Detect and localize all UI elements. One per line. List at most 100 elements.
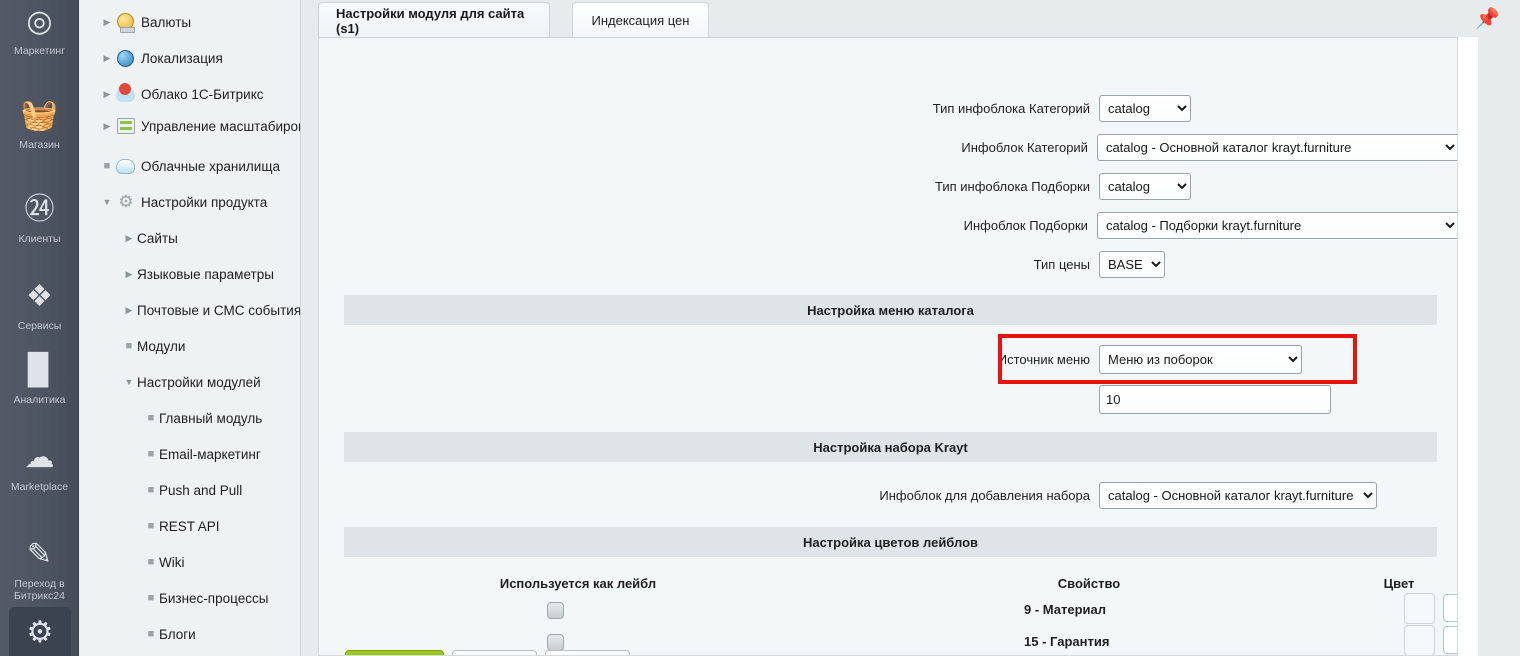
tree-item-7[interactable]: ▶ Языковые параметры [79,258,300,290]
tree-item-6[interactable]: ▶ Сайты [79,222,300,254]
bullet-icon[interactable]: ■ [143,448,159,460]
chevron-right-icon[interactable]: ▶ [121,305,137,316]
tree-item-label: Языковые параметры [137,266,274,282]
iconbar-item-label: Переход в Битрикс24 [14,578,65,602]
form-select-4[interactable]: BASE [1099,250,1165,278]
label-checkbox-0[interactable] [547,602,564,619]
settings-tree-panel[interactable]: ▶ Валюты ▶ Локализация ▶ Облако 1С-Битрикс ▶ Уп… [79,0,301,656]
column-header-color: Цвет [1383,576,1415,591]
bullet-icon[interactable]: ■ [99,160,115,172]
menu-count-input[interactable] [1099,384,1331,414]
form-select-0[interactable]: catalog [1099,94,1191,122]
iconbar-item-сервисы[interactable]: ❖ Сервисы [0,277,79,332]
iconbar-item-marketplace[interactable]: ☁ Marketplace [0,438,79,493]
form-select-3[interactable]: catalog - Подборки krayt.furniture [1096,211,1457,239]
tree-item-16[interactable]: ■ Бизнес-процессы [79,582,300,614]
iconbar-item-label: Сервисы [17,320,62,332]
tree-item-label: REST API [159,518,220,534]
tree-item-1[interactable]: ▶ Локализация [79,42,300,74]
label-property-1: 15 - Гарантия [1024,634,1110,649]
section-header-catalog-menu: Настройка меню каталога [344,295,1437,325]
tree-item-label: Облако 1С-Битрикс [141,86,264,102]
chevron-right-icon[interactable]: ▶ [99,121,115,132]
chevron-down-icon[interactable]: ▼ [99,197,115,207]
left-icon-bar: ◎ Маркетинг 🧺 Магазин ㉔ Клиенты ❖ Сервисы ▉ Анали… [0,0,79,656]
iconbar-item-label: Магазин [19,139,60,151]
bar-chart-icon: ▉ [27,354,52,387]
tree-item-12[interactable]: ■ Email-маркетинг [79,438,300,470]
iconbar-item-маркетинг[interactable]: ◎ Маркетинг [0,2,79,57]
bullet-icon[interactable]: ■ [143,520,159,532]
iconbar-item-settings[interactable]: ⚙ [9,607,71,656]
tree-item-label: Блоги [159,626,196,642]
layers-icon: ❖ [26,280,53,313]
section-header-label-colors: Настройка цветов лейблов [344,527,1437,557]
tree-item-17[interactable]: ■ Блоги [79,618,300,650]
tree-item-14[interactable]: ■ REST API [79,510,300,542]
footer-button-1[interactable] [452,650,537,655]
bullet-icon[interactable]: ■ [143,484,159,496]
tree-item-10[interactable]: ▼ Настройки модулей [79,366,300,398]
globe-icon [115,48,137,68]
tree-item-11[interactable]: ■ Главный модуль [79,402,300,434]
server-icon [115,116,137,136]
form-label-4: Тип цены [1033,256,1090,272]
color-swatch-1[interactable] [1404,625,1435,655]
tab-bar: Настройки модуля для сайта (s1) Индексаци… [318,0,1520,38]
coin-icon [115,12,137,33]
column-header-used-as-label: Используется как лейбл [499,576,657,591]
tree-item-label: Локализация [141,50,223,66]
form-row-2: Тип инфоблока Подборки catalog [319,172,1457,200]
section-header-krayt-set: Настройка набора Krayt [344,432,1437,462]
iconbar-item-label: Аналитика [13,394,66,406]
tree-item-4[interactable]: ■ Облачные хранилища [79,150,300,182]
tree-item-8[interactable]: ▶ Почтовые и СМС события [79,294,300,326]
chevron-right-icon[interactable]: ▶ [121,233,137,244]
tree-item-15[interactable]: ■ Wiki [79,546,300,578]
tree-item-0[interactable]: ▶ Валюты [79,6,300,38]
bullet-icon[interactable]: ■ [143,592,159,604]
iconbar-item-клиенты[interactable]: ㉔ Клиенты [0,190,79,245]
footer-button-0[interactable] [345,650,444,655]
cloud-download-icon: ☁ [24,441,55,474]
tree-item-13[interactable]: ■ Push and Pull [79,474,300,506]
tree-item-9[interactable]: ■ Модули [79,330,300,362]
form-row-0: Тип инфоблока Категорий catalog [319,94,1457,122]
tree-item-label: Управление масштабирова [141,118,301,134]
tab-label: Индексация цен [591,13,690,28]
gear-small-icon: ⚙ [118,192,134,211]
bullet-icon[interactable]: ■ [121,340,137,352]
menu-source-select[interactable]: Меню из поборок [1099,344,1302,374]
footer-button-2[interactable] [545,650,630,655]
krayt-infoblock-label: Инфоблок для добавления набора [879,487,1090,503]
tree-item-label: Валюты [141,14,192,30]
form-select-2[interactable]: catalog [1099,172,1191,200]
iconbar-item-аналитика[interactable]: ▉ Аналитика [0,351,79,406]
label-checkbox-1[interactable] [547,634,564,651]
chevron-right-icon[interactable]: ▶ [99,53,115,64]
form-label-3: Инфоблок Подборки [963,217,1088,233]
bullet-icon[interactable]: ■ [143,556,159,568]
form-select-1[interactable]: catalog - Основной каталог krayt.furnitu… [1096,133,1457,161]
chevron-down-icon[interactable]: ▼ [121,377,137,387]
chevron-right-icon[interactable]: ▶ [121,269,137,280]
tab-0[interactable]: Настройки модуля для сайта (s1) [318,2,550,38]
tree-item-3[interactable]: ▶ Управление масштабирова [79,110,301,142]
chevron-right-icon[interactable]: ▶ [99,17,115,28]
iconbar-item-магазин[interactable]: 🧺 Магазин [0,96,79,151]
color-value-input-0[interactable] [1443,594,1457,622]
iconbar-item-переход-в-битрикс24[interactable]: ✎ Переход в Битрикс24 [0,535,79,602]
bullet-icon[interactable]: ■ [143,412,159,424]
tree-item-5[interactable]: ▼ ⚙ Настройки продукта [79,186,300,218]
color-swatch-0[interactable] [1404,593,1435,624]
krayt-infoblock-select[interactable]: catalog - Основной каталог krayt.furnitu… [1099,481,1377,509]
tree-item-2[interactable]: ▶ Облако 1С-Битрикс [79,78,300,110]
bullet-icon[interactable]: ■ [143,628,159,640]
pin-icon[interactable]: 📌 [1475,6,1500,32]
chevron-right-icon[interactable]: ▶ [99,89,115,100]
iconbar-item-label: Marketplace [10,481,69,493]
tab-1[interactable]: Индексация цен [572,2,709,38]
tab-label: Настройки модуля для сайта (s1) [336,5,525,36]
color-value-input-1[interactable] [1443,626,1457,654]
tree-item-label: Модули [137,338,186,354]
